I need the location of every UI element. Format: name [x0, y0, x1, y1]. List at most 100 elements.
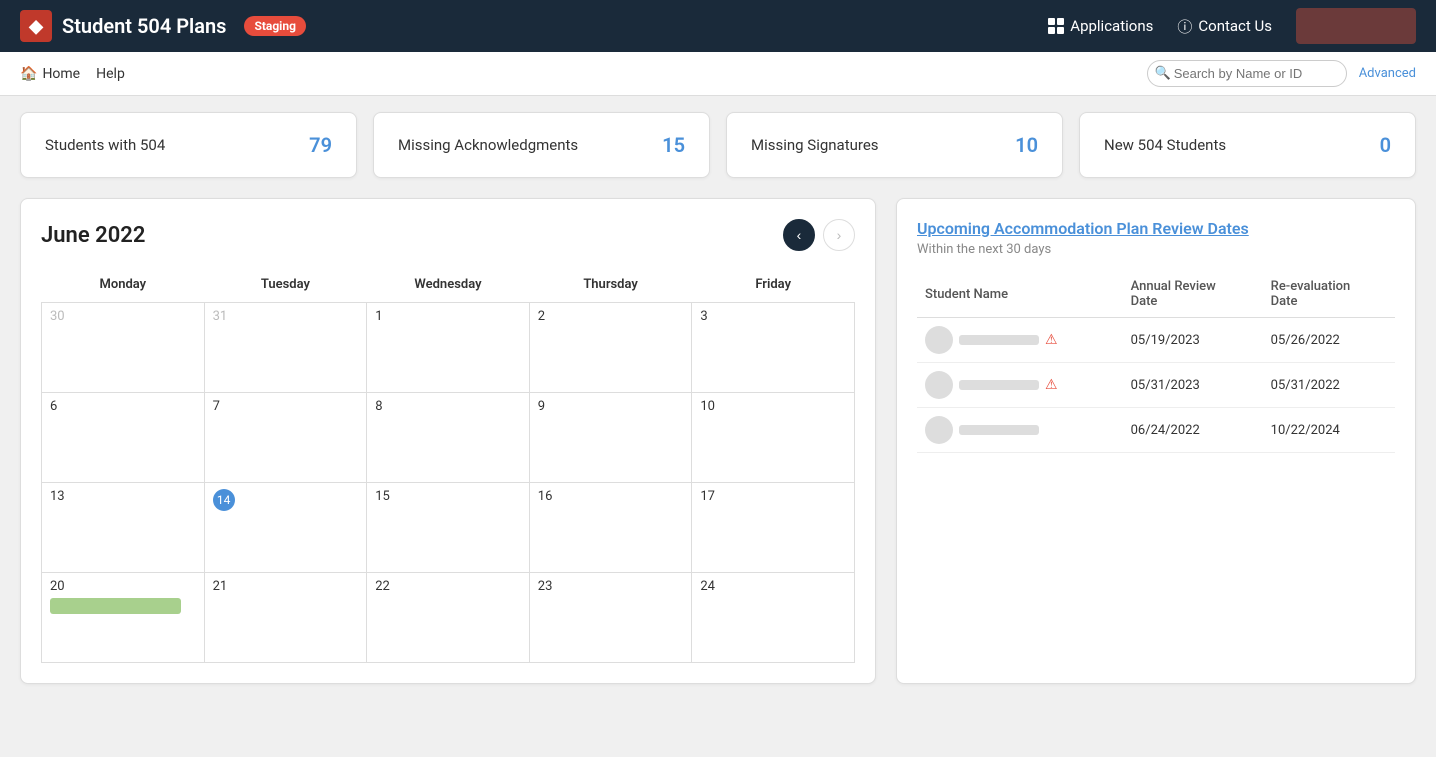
reevaluation-date: 10/22/2024: [1263, 408, 1395, 453]
calendar-nav-buttons: ‹ ›: [783, 219, 855, 251]
calendar-day-cell[interactable]: 3: [692, 303, 855, 393]
day-number: 17: [700, 489, 846, 504]
stat-value-2[interactable]: 10: [1015, 133, 1038, 157]
upcoming-title[interactable]: Upcoming Accommodation Plan Review Dates: [917, 219, 1395, 238]
day-number: 13: [50, 489, 196, 504]
upcoming-row: ⚠05/19/202305/26/2022: [917, 318, 1395, 363]
reevaluation-date: 05/26/2022: [1263, 318, 1395, 363]
col-thursday: Thursday: [529, 271, 692, 303]
day-number: 6: [50, 399, 196, 414]
applications-link[interactable]: Applications: [1048, 17, 1153, 35]
search-area: 🔍 Advanced: [1147, 60, 1416, 87]
advanced-link[interactable]: Advanced: [1359, 66, 1416, 81]
calendar-day-cell[interactable]: 6: [42, 393, 205, 483]
warning-icon: ⚠: [1045, 377, 1058, 393]
student-avatar: [925, 371, 953, 399]
upcoming-student-cell[interactable]: [917, 408, 1123, 453]
stat-value-0[interactable]: 79: [309, 133, 332, 157]
calendar-day-cell[interactable]: 20: [42, 573, 205, 663]
stat-value-1[interactable]: 15: [662, 133, 685, 157]
day-number: 10: [700, 399, 846, 414]
annual-review-date: 05/19/2023: [1123, 318, 1263, 363]
calendar-day-cell[interactable]: 17: [692, 483, 855, 573]
calendar-day-cell[interactable]: 30: [42, 303, 205, 393]
cal-prev-btn[interactable]: ‹: [783, 219, 815, 251]
upcoming-row: ⚠ 05/31/202305/31/2022: [917, 363, 1395, 408]
contact-us-link[interactable]: ⓘ Contact Us: [1177, 16, 1272, 37]
student-name-placeholder: [959, 380, 1039, 390]
staging-badge: Staging: [244, 16, 305, 36]
calendar-day-cell[interactable]: 23: [529, 573, 692, 663]
app-title: Student 504 Plans: [62, 14, 226, 38]
search-input[interactable]: [1147, 60, 1347, 87]
calendar-day-cell[interactable]: 1: [367, 303, 530, 393]
calendar-grid: Monday Tuesday Wednesday Thursday Friday…: [41, 271, 855, 663]
home-link[interactable]: 🏠 Home: [20, 66, 80, 82]
nav-bar: 🏠 Home Help 🔍 Advanced: [0, 52, 1436, 96]
cal-next-btn[interactable]: ›: [823, 219, 855, 251]
home-icon: 🏠: [20, 66, 37, 82]
upcoming-student-cell[interactable]: ⚠: [917, 363, 1123, 408]
col-monday: Monday: [42, 271, 205, 303]
stat-card-2: Missing Signatures 10: [726, 112, 1063, 178]
stat-value-3[interactable]: 0: [1380, 133, 1391, 157]
day-number: 23: [538, 579, 684, 594]
upcoming-student-cell[interactable]: ⚠: [917, 318, 1123, 363]
grid-icon: [1048, 18, 1064, 34]
upcoming-header-row: Student Name Annual ReviewDate Re-evalua…: [917, 273, 1395, 318]
col-annual-review: Annual ReviewDate: [1123, 273, 1263, 318]
calendar-day-cell[interactable]: 24: [692, 573, 855, 663]
calendar-day-cell[interactable]: 14: [204, 483, 367, 573]
day-number: 30: [50, 309, 196, 324]
calendar-day-cell[interactable]: 7: [204, 393, 367, 483]
stat-label-3: New 504 Students: [1104, 136, 1226, 154]
search-wrap: 🔍: [1147, 60, 1347, 87]
header-logo: ◆ Student 504 Plans Staging: [20, 10, 306, 42]
day-number: 14: [213, 489, 235, 511]
calendar-week-row: 6 7 89 10: [42, 393, 855, 483]
day-number: 31: [213, 309, 359, 324]
stat-label-1: Missing Acknowledgments: [398, 136, 578, 154]
calendar-day-cell[interactable]: 13: [42, 483, 205, 573]
student-avatar: [925, 416, 953, 444]
header-nav: Applications ⓘ Contact Us: [1048, 8, 1416, 44]
day-number: 7: [213, 399, 359, 414]
calendar-day-cell[interactable]: 10: [692, 393, 855, 483]
col-friday: Friday: [692, 271, 855, 303]
calendar-week-row: 30 31 123: [42, 303, 855, 393]
student-name-placeholder: [959, 335, 1039, 345]
calendar-day-cell[interactable]: 31: [204, 303, 367, 393]
upcoming-subtitle: Within the next 30 days: [917, 242, 1395, 257]
search-icon: 🔍: [1155, 66, 1171, 81]
student-avatar: [925, 326, 953, 354]
day-number: 21: [213, 579, 359, 594]
stats-row: Students with 504 79 Missing Acknowledgm…: [20, 112, 1416, 178]
calendar-day-cell[interactable]: 15: [367, 483, 530, 573]
upcoming-row: 06/24/202210/22/2024: [917, 408, 1395, 453]
calendar-day-cell[interactable]: 16: [529, 483, 692, 573]
calendar-week-row: 20 21 22 23 24: [42, 573, 855, 663]
user-button[interactable]: [1296, 8, 1416, 44]
calendar-day-cell[interactable]: 8: [367, 393, 530, 483]
annual-review-date: 05/31/2023: [1123, 363, 1263, 408]
col-tuesday: Tuesday: [204, 271, 367, 303]
calendar-day-cell[interactable]: 22: [367, 573, 530, 663]
stat-card-1: Missing Acknowledgments 15: [373, 112, 710, 178]
calendar-day-cell[interactable]: 21: [204, 573, 367, 663]
calendar-title: June 2022: [41, 223, 145, 248]
calendar-day-cell[interactable]: 9: [529, 393, 692, 483]
annual-review-date: 06/24/2022: [1123, 408, 1263, 453]
upcoming-table: Student Name Annual ReviewDate Re-evalua…: [917, 273, 1395, 453]
day-number: 15: [375, 489, 521, 504]
stat-label-0: Students with 504: [45, 136, 165, 154]
day-number: 16: [538, 489, 684, 504]
event-bar[interactable]: [50, 598, 181, 614]
day-number: 22: [375, 579, 521, 594]
reevaluation-date: 05/31/2022: [1263, 363, 1395, 408]
col-reevaluation: Re-evaluationDate: [1263, 273, 1395, 318]
day-number: 8: [375, 399, 521, 414]
day-number: 3: [700, 309, 846, 324]
help-link[interactable]: Help: [96, 66, 125, 82]
col-student-name: Student Name: [917, 273, 1123, 318]
calendar-day-cell[interactable]: 2: [529, 303, 692, 393]
